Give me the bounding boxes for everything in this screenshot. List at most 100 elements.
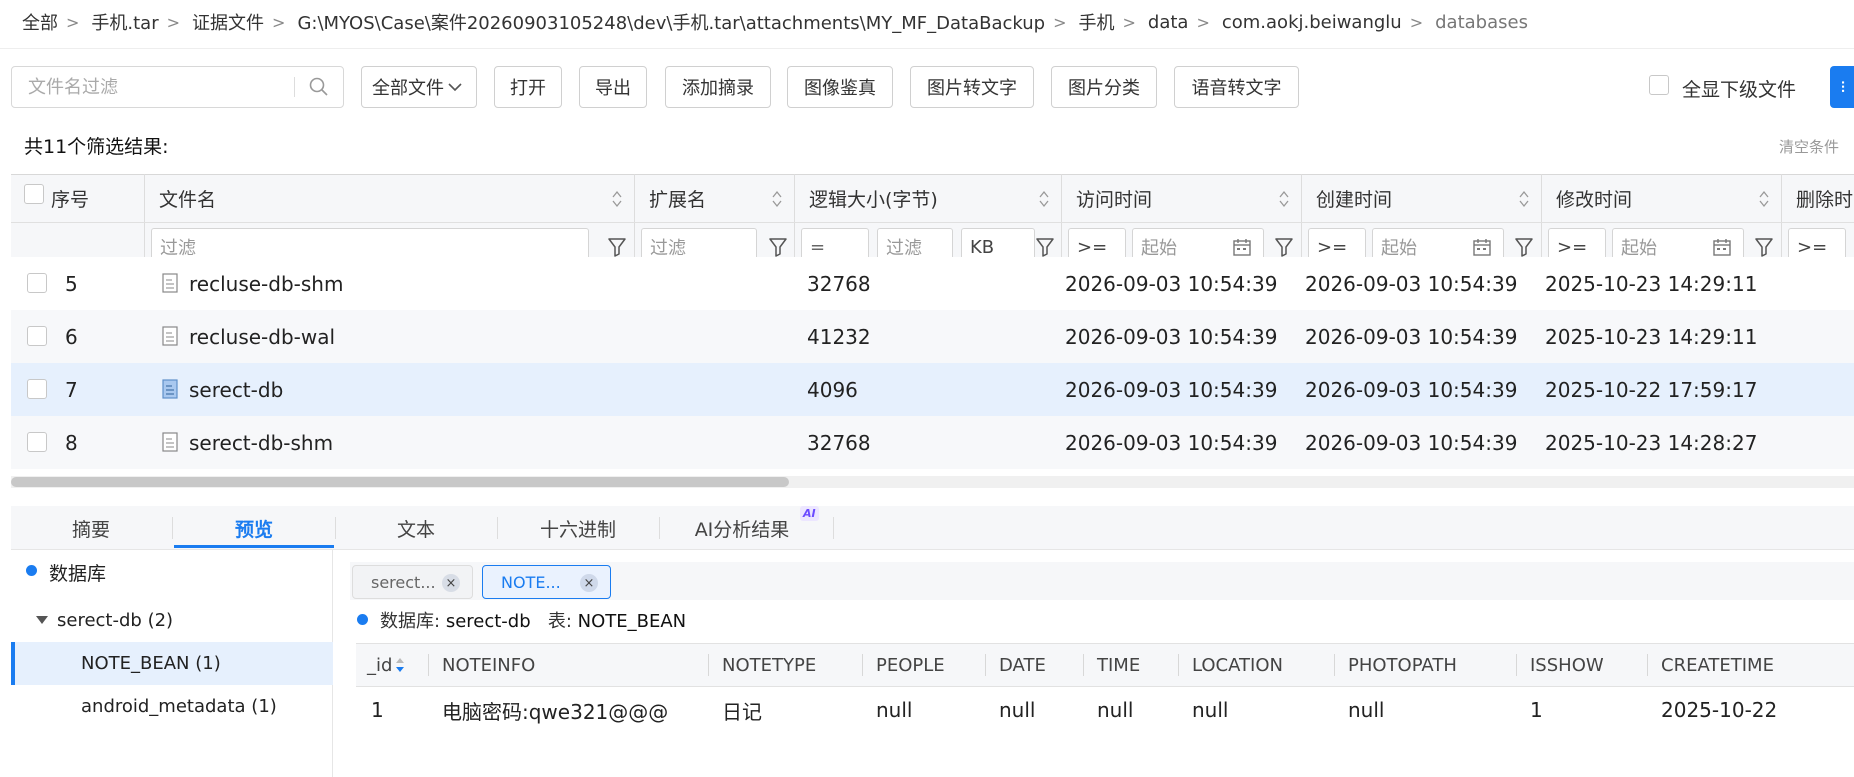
- calendar-icon[interactable]: [1712, 237, 1732, 257]
- close-icon[interactable]: ×: [580, 574, 598, 592]
- col-header-create[interactable]: 创建时间: [1302, 174, 1542, 222]
- select-all-checkbox[interactable]: [24, 184, 44, 204]
- add-summary-button[interactable]: 添加摘录: [665, 66, 771, 108]
- chevron-right-icon: >: [1196, 12, 1210, 32]
- tree-db-node[interactable]: serect-db (2): [57, 610, 173, 631]
- sql-col-location[interactable]: LOCATION: [1192, 643, 1283, 687]
- open-button[interactable]: 打开: [494, 66, 562, 108]
- table-header-row: 序号 文件名 扩展名 逻辑大小(字节) 访问时间 创建时间 修改时间 删除时间: [11, 174, 1854, 222]
- grid-view-button[interactable]: [1830, 66, 1854, 108]
- breadcrumb-item[interactable]: G:\MYOS\Case\案件20260903105248\dev\手机.tar…: [297, 9, 1045, 35]
- funnel-icon[interactable]: [1035, 236, 1055, 258]
- breadcrumb-item[interactable]: 手机: [1079, 9, 1115, 35]
- horizontal-scrollbar-thumb[interactable]: [11, 477, 789, 487]
- funnel-icon[interactable]: [1274, 236, 1294, 258]
- image-to-text-button[interactable]: 图片转文字: [910, 66, 1034, 108]
- sql-col-date[interactable]: DATE: [999, 643, 1046, 687]
- breadcrumb-item[interactable]: 证据文件: [192, 9, 264, 35]
- breadcrumb-item[interactable]: 全部: [22, 9, 58, 35]
- search-icon[interactable]: [308, 76, 330, 98]
- table-row[interactable]: 5 recluse-db-shm 32768 2026-09-03 10:54:…: [11, 257, 1854, 310]
- tab-hex[interactable]: 十六进制: [498, 506, 658, 550]
- file-icon: [162, 432, 178, 452]
- image-verify-button[interactable]: 图像鉴真: [787, 66, 893, 108]
- col-header-access[interactable]: 访问时间: [1062, 174, 1302, 222]
- show-all-sub-checkbox[interactable]: [1649, 75, 1669, 95]
- sort-icon: [1039, 190, 1049, 208]
- breadcrumb-item[interactable]: 手机.tar: [91, 9, 158, 35]
- funnel-icon[interactable]: [768, 236, 788, 258]
- chevron-right-icon: >: [66, 12, 80, 32]
- file-icon: [162, 273, 178, 293]
- funnel-icon[interactable]: [607, 236, 627, 258]
- sort-asc-icon: [396, 658, 405, 672]
- sql-cell-id[interactable]: 1: [371, 689, 384, 731]
- sql-cell-photopath[interactable]: null: [1348, 689, 1384, 731]
- col-header-modify[interactable]: 修改时间: [1542, 174, 1782, 222]
- cell-create-time: 2026-09-03 10:54:39: [1305, 324, 1518, 349]
- sql-col-time[interactable]: TIME: [1097, 643, 1140, 687]
- speech-to-text-button[interactable]: 语音转文字: [1174, 66, 1299, 108]
- sql-cell-notetype[interactable]: 日记: [722, 689, 762, 731]
- table-row-selected[interactable]: 7 serect-db 4096 2026-09-03 10:54:39 202…: [11, 363, 1854, 416]
- row-checkbox[interactable]: [27, 379, 47, 399]
- all-files-dropdown[interactable]: 全部文件: [361, 66, 477, 108]
- sql-col-id[interactable]: _id: [367, 643, 405, 687]
- tab-summary[interactable]: 摘要: [11, 506, 171, 550]
- preview-tab-serect-db[interactable]: serect... ×: [352, 565, 473, 599]
- image-classify-button[interactable]: 图片分类: [1051, 66, 1157, 108]
- cell-size: 4096: [807, 377, 858, 402]
- column-separator: [708, 654, 709, 676]
- table-row[interactable]: 8 serect-db-shm 32768 2026-09-03 10:54:3…: [11, 416, 1854, 469]
- sql-cell-people[interactable]: null: [876, 689, 912, 731]
- col-header-size[interactable]: 逻辑大小(字节): [795, 174, 1062, 222]
- tab-text[interactable]: 文本: [336, 506, 496, 550]
- funnel-icon[interactable]: [1754, 236, 1774, 258]
- breadcrumb-item[interactable]: com.aokj.beiwanglu: [1222, 12, 1402, 33]
- sql-cell-createtime[interactable]: 2025-10-22: [1661, 689, 1777, 731]
- cell-modify-time: 2025-10-23 14:29:11: [1545, 324, 1758, 349]
- calendar-icon[interactable]: [1472, 237, 1492, 257]
- sort-icon: [612, 190, 622, 208]
- row-checkbox[interactable]: [27, 326, 47, 346]
- tree-table-android-metadata[interactable]: android_metadata (1): [81, 696, 277, 717]
- preview-tab-note-bean[interactable]: NOTE... ×: [482, 565, 611, 599]
- row-checkbox[interactable]: [27, 273, 47, 293]
- export-button[interactable]: 导出: [579, 66, 647, 108]
- grid-icon: [1842, 81, 1845, 92]
- sort-icon: [1759, 190, 1769, 208]
- sql-cell-noteinfo[interactable]: 电脑密码:qwe321@@@: [442, 689, 668, 731]
- row-checkbox[interactable]: [27, 432, 47, 452]
- database-file-icon: [162, 379, 178, 399]
- cell-seq: 5: [65, 271, 78, 296]
- sql-cell-location[interactable]: null: [1192, 689, 1228, 731]
- tree-root-databases[interactable]: 数据库: [49, 559, 106, 586]
- sql-col-isshow[interactable]: ISSHOW: [1530, 643, 1604, 687]
- header-divider: [0, 48, 1854, 49]
- column-separator: [985, 654, 986, 676]
- col-header-delete[interactable]: 删除时间: [1782, 174, 1854, 222]
- cell-modify-time: 2025-10-23 14:29:11: [1545, 271, 1758, 296]
- sort-icon: [772, 190, 782, 208]
- close-icon[interactable]: ×: [442, 574, 460, 592]
- sql-col-notetype[interactable]: NOTETYPE: [722, 643, 816, 687]
- tab-preview[interactable]: 预览: [174, 506, 334, 550]
- sql-cell-date[interactable]: null: [999, 689, 1035, 731]
- sql-col-photopath[interactable]: PHOTOPATH: [1348, 643, 1457, 687]
- col-header-name[interactable]: 文件名: [145, 174, 635, 222]
- sql-col-noteinfo[interactable]: NOTEINFO: [442, 643, 535, 687]
- clear-conditions-link[interactable]: 清空条件: [1779, 136, 1839, 157]
- table-row[interactable]: 6 recluse-db-wal 41232 2026-09-03 10:54:…: [11, 310, 1854, 363]
- col-header-ext[interactable]: 扩展名: [635, 174, 795, 222]
- breadcrumb-item[interactable]: data: [1148, 12, 1189, 33]
- sql-cell-time[interactable]: null: [1097, 689, 1133, 731]
- sql-cell-isshow[interactable]: 1: [1530, 689, 1543, 731]
- cell-create-time: 2026-09-03 10:54:39: [1305, 377, 1518, 402]
- calendar-icon[interactable]: [1232, 237, 1252, 257]
- sql-col-createtime[interactable]: CREATETIME: [1661, 643, 1774, 687]
- tree-table-note-bean[interactable]: NOTE_BEAN (1): [81, 653, 221, 674]
- sql-col-people[interactable]: PEOPLE: [876, 643, 945, 687]
- caret-down-icon[interactable]: [35, 614, 49, 626]
- funnel-icon[interactable]: [1514, 236, 1534, 258]
- cell-modify-time: 2025-10-22 17:59:17: [1545, 377, 1758, 402]
